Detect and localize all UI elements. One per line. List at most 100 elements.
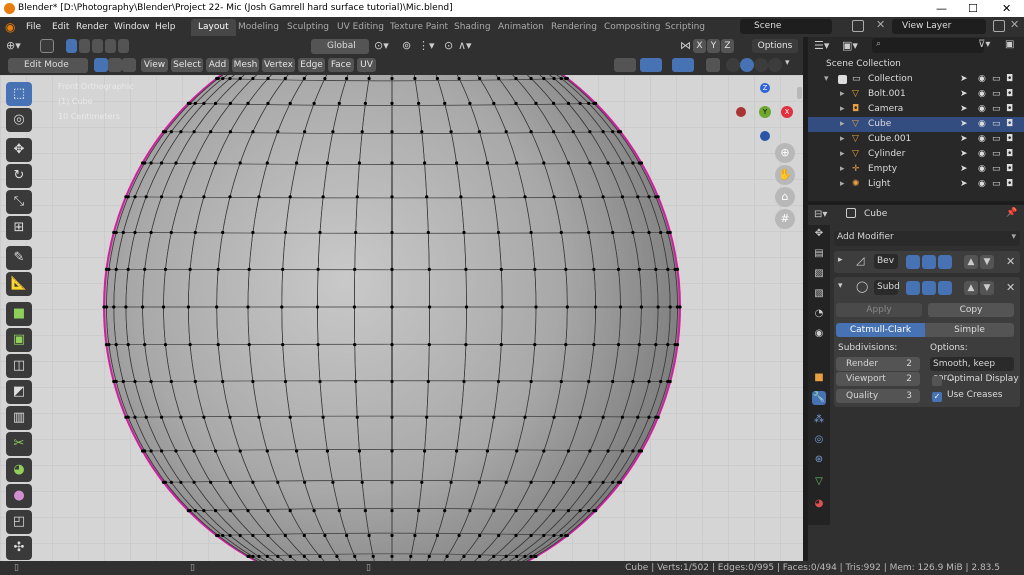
gizmo-y-axis[interactable]: Y: [759, 106, 771, 118]
sidebar-toggle-tab[interactable]: [797, 87, 802, 99]
add-cube-tool-icon[interactable]: ■: [6, 302, 32, 326]
editor-type-icon[interactable]: ⊕▾: [6, 39, 21, 52]
pin-icon[interactable]: 📌: [1006, 208, 1017, 218]
select-arrow-icon[interactable]: ➤: [960, 87, 968, 102]
pan-hand-icon[interactable]: ✋: [775, 165, 795, 185]
outliner-collection[interactable]: ▾ ▭ Collection ➤ ◉ ▭ ◘: [808, 72, 1024, 87]
gizmo-neg-z-axis[interactable]: [760, 131, 770, 141]
expand-arrow-icon[interactable]: ▸: [840, 147, 845, 162]
tab-compositing[interactable]: Compositing: [597, 19, 667, 36]
select-box-tool-icon[interactable]: ⬚: [6, 82, 32, 106]
select-extend-icon[interactable]: [79, 39, 90, 53]
cursor-tool-icon[interactable]: ◎: [6, 108, 32, 132]
menu-help[interactable]: Help: [155, 17, 176, 37]
viewport-toggle-icon[interactable]: [922, 281, 936, 295]
blender-menu-icon[interactable]: ◉: [5, 17, 15, 37]
checkbox-icon[interactable]: [838, 75, 847, 84]
menu-edge[interactable]: Edge: [298, 58, 325, 72]
expand-arrow-icon[interactable]: ▸: [840, 102, 845, 117]
expand-arrow-icon[interactable]: ▸: [840, 87, 845, 102]
extrude-tool-icon[interactable]: ▣: [6, 328, 32, 352]
visibility-selectability-icon[interactable]: [614, 58, 636, 72]
particles-tab-icon[interactable]: ⁂: [812, 413, 826, 427]
mirror-x-toggle[interactable]: X: [693, 39, 706, 53]
remove-scene-icon[interactable]: ✕: [876, 18, 885, 31]
tab-texture-paint[interactable]: Texture Paint: [383, 19, 455, 36]
select-arrow-icon[interactable]: ➤: [960, 147, 968, 162]
knife-tool-icon[interactable]: ✂: [6, 432, 32, 456]
ortho-toggle-icon[interactable]: #: [775, 209, 795, 229]
overlay-toggle-icon[interactable]: [672, 58, 694, 72]
copy-button[interactable]: Copy: [928, 303, 1014, 317]
remove-modifier-icon[interactable]: ✕: [1006, 255, 1015, 268]
eye-icon[interactable]: ◉: [978, 177, 986, 192]
remove-view-layer-icon[interactable]: ✕: [1010, 18, 1019, 31]
new-view-layer-icon[interactable]: [993, 20, 1005, 32]
edit-mode-toggle-icon[interactable]: [906, 281, 920, 295]
select-arrow-icon[interactable]: ➤: [960, 117, 968, 132]
mirror-y-toggle[interactable]: Y: [707, 39, 720, 53]
camera-render-icon[interactable]: ◘: [1006, 102, 1013, 117]
tab-scripting[interactable]: Scripting: [658, 19, 712, 36]
physics-tab-icon[interactable]: ◎: [812, 433, 826, 447]
object-tab-icon[interactable]: ■: [812, 371, 826, 385]
proportional-editing-icon[interactable]: ⊙: [444, 39, 453, 52]
falloff-icon[interactable]: ∧▾: [458, 39, 472, 52]
tab-rendering[interactable]: Rendering: [544, 19, 604, 36]
smooth-tool-icon[interactable]: ◰: [6, 510, 32, 534]
menu-window[interactable]: Window: [114, 17, 150, 37]
eye-icon[interactable]: ◉: [978, 72, 986, 87]
eye-icon[interactable]: ◉: [978, 87, 986, 102]
wireframe-shading-icon[interactable]: [726, 58, 740, 72]
expand-arrow-icon[interactable]: ▸: [840, 162, 845, 177]
tool-tab-icon[interactable]: ✥: [812, 227, 826, 241]
expand-arrow-icon[interactable]: ▸: [840, 132, 845, 147]
eye-icon[interactable]: ◉: [978, 162, 986, 177]
spin-tool-icon[interactable]: ●: [6, 484, 32, 508]
minimize-button[interactable]: —: [936, 0, 947, 17]
select-invert-icon[interactable]: [105, 39, 116, 53]
gizmo-toggle-icon[interactable]: [640, 58, 662, 72]
shrink-fatten-tool-icon[interactable]: ✣: [6, 536, 32, 560]
material-tab-icon[interactable]: ◕: [812, 497, 826, 511]
rotate-tool-icon[interactable]: ↻: [6, 164, 32, 188]
tab-shading[interactable]: Shading: [447, 19, 498, 36]
menu-face[interactable]: Face: [328, 58, 354, 72]
select-box-mode-icon[interactable]: [40, 39, 54, 53]
select-arrow-icon[interactable]: ➤: [960, 162, 968, 177]
menu-add[interactable]: Add: [206, 58, 229, 72]
select-intersect-icon[interactable]: [118, 39, 129, 53]
pivot-point-icon[interactable]: ⊙▾: [374, 39, 389, 52]
remove-modifier-icon[interactable]: ✕: [1006, 281, 1015, 294]
select-arrow-icon[interactable]: ➤: [960, 177, 968, 192]
move-up-icon[interactable]: ▲: [964, 281, 978, 295]
subdivision-modifier-name[interactable]: Subd: [874, 280, 900, 295]
3d-viewport[interactable]: Front Orthographic (1) Cube 10 Centimete…: [0, 75, 803, 561]
expand-arrow-icon[interactable]: ▾: [824, 72, 829, 87]
edit-mode-toggle-icon[interactable]: [906, 255, 920, 269]
camera-render-icon[interactable]: ◘: [1006, 162, 1013, 177]
collapse-arrow-icon[interactable]: ▸: [838, 255, 843, 265]
monitor-icon[interactable]: ▭: [992, 72, 1001, 87]
monitor-icon[interactable]: ▭: [992, 117, 1001, 132]
zoom-icon[interactable]: ⊕: [775, 143, 795, 163]
edge-select-icon[interactable]: [108, 58, 122, 72]
close-button[interactable]: ✕: [1002, 0, 1011, 17]
outliner-editor-icon[interactable]: ☰▾: [814, 39, 829, 52]
filter-icon[interactable]: ⊽▾: [978, 39, 990, 50]
data-tab-icon[interactable]: ▽: [812, 475, 826, 489]
apply-button[interactable]: Apply: [836, 303, 922, 317]
menu-file[interactable]: File: [26, 17, 41, 37]
gizmo-z-axis[interactable]: Z: [760, 83, 770, 93]
expand-arrow-icon[interactable]: ▸: [840, 117, 845, 132]
outliner-item-cube[interactable]: ▸ ▽ Cube ➤ ◉ ▭ ◘: [808, 117, 1024, 132]
quality-field[interactable]: Quality 3: [836, 389, 920, 403]
render-toggle-icon[interactable]: [938, 281, 952, 295]
camera-render-icon[interactable]: ◘: [1006, 177, 1013, 192]
camera-render-icon[interactable]: ◘: [1006, 147, 1013, 162]
select-arrow-icon[interactable]: ➤: [960, 72, 968, 87]
vertex-select-icon[interactable]: [94, 58, 108, 72]
solid-shading-icon[interactable]: [740, 58, 754, 72]
inset-tool-icon[interactable]: ◫: [6, 354, 32, 378]
properties-editor-icon[interactable]: ⊟▾: [814, 209, 827, 220]
